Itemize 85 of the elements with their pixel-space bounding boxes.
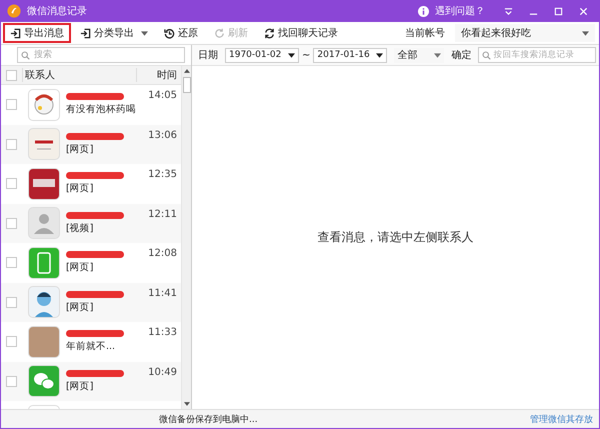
avatar-icon xyxy=(28,246,60,279)
dropdown-icon[interactable] xyxy=(504,6,513,16)
avatar-icon xyxy=(28,326,60,358)
scroll-up-icon[interactable] xyxy=(184,69,190,73)
maximize-icon[interactable] xyxy=(554,6,563,16)
redaction-mark xyxy=(66,212,124,219)
search-field[interactable]: 搜索 xyxy=(17,47,185,63)
avatar-icon xyxy=(28,365,60,398)
scroll-thumb[interactable] xyxy=(182,77,190,93)
avatar-icon xyxy=(28,168,60,200)
message-preview: [网页] xyxy=(66,142,94,156)
status-message: 微信备份保存到电脑中... xyxy=(159,414,258,426)
window-title: 微信消息记录 xyxy=(27,4,87,18)
column-header: 联系人 xyxy=(22,68,136,82)
caret-icon xyxy=(434,52,442,58)
message-preview: 有没有泡杯药喝 xyxy=(66,103,137,116)
close-icon[interactable] xyxy=(579,6,588,16)
message-time: 10:49 xyxy=(148,366,178,378)
message-time: 11:33 xyxy=(148,327,178,338)
date-label: 日期 xyxy=(198,48,218,62)
checkbox[interactable] xyxy=(6,138,17,150)
message-preview: [网页] xyxy=(66,300,94,314)
checkbox[interactable] xyxy=(6,296,17,308)
caret-icon xyxy=(582,30,589,36)
redaction-mark xyxy=(66,93,124,100)
help-icon xyxy=(418,6,429,16)
avatar-icon xyxy=(28,286,60,318)
app-logo-icon xyxy=(7,4,21,18)
message-search-field[interactable]: 按回车搜索消息记录 xyxy=(478,47,596,63)
message-time: 12:11 xyxy=(148,208,178,220)
end-date-dropdown[interactable]: 2017-01-16 xyxy=(313,48,388,62)
caret-icon xyxy=(376,52,384,58)
redaction-mark xyxy=(66,132,124,140)
message-time: 13:06 xyxy=(148,130,178,140)
redaction-mark xyxy=(66,172,124,180)
help-link[interactable]: 遇到问题？ xyxy=(435,4,485,18)
contact-row[interactable]: [网页] 11:41 xyxy=(1,282,181,322)
avatar-icon xyxy=(28,207,60,240)
account-dropdown[interactable]: 你看起来很好吃 xyxy=(455,24,595,42)
checkbox[interactable] xyxy=(6,336,17,348)
select-all-checkbox[interactable] xyxy=(6,70,17,80)
scroll-down-icon[interactable] xyxy=(184,402,190,406)
search-icon xyxy=(482,50,492,60)
contact-row[interactable]: [网页] 13:06 xyxy=(1,124,181,164)
message-time: 11:41 xyxy=(148,288,178,298)
checkbox[interactable] xyxy=(6,178,17,190)
contact-row[interactable]: [网页] 10:49 xyxy=(1,362,181,401)
toolbar-button[interactable]: 分类导出 xyxy=(73,23,155,43)
redaction-mark xyxy=(66,370,124,377)
message-preview: [网页] xyxy=(66,380,94,393)
storage-link[interactable]: 管理微信其存放 xyxy=(530,412,593,426)
message-preview: [网页] xyxy=(66,261,94,274)
history-icon xyxy=(164,28,175,38)
message-time: 12:08 xyxy=(148,248,178,259)
start-date-dropdown[interactable]: 1970-01-02 xyxy=(225,48,299,62)
caret-icon xyxy=(288,52,295,58)
message-time: 12:35 xyxy=(148,169,178,180)
checkbox[interactable] xyxy=(6,376,17,387)
redaction-mark xyxy=(66,290,124,298)
avatar-icon xyxy=(28,88,60,121)
export-icon xyxy=(10,28,21,38)
toolbar-button[interactable]: 导出消息 xyxy=(3,23,71,43)
message-preview: 年前就不... xyxy=(66,340,116,354)
account-label: 当前帐号 xyxy=(405,26,445,40)
sync-icon xyxy=(264,28,275,38)
confirm-button[interactable]: 确定 xyxy=(451,48,472,62)
message-preview: [网页] xyxy=(66,182,94,196)
redaction-mark xyxy=(66,251,124,258)
export-icon xyxy=(80,28,91,38)
avatar-icon xyxy=(28,128,60,160)
range-separator: ~ xyxy=(302,50,310,60)
checkbox[interactable] xyxy=(6,99,17,110)
checkbox[interactable] xyxy=(6,218,17,229)
checkbox[interactable] xyxy=(6,257,17,268)
message-time: 14:05 xyxy=(148,90,178,101)
scrollbar[interactable] xyxy=(181,66,191,409)
redaction-mark xyxy=(66,330,124,338)
contact-row[interactable]: [视频] 12:11 xyxy=(1,204,181,243)
search-icon xyxy=(21,50,30,60)
message-preview: [视频] xyxy=(66,222,94,235)
toolbar-button[interactable]: 找回聊天记录 xyxy=(257,23,345,43)
empty-state-message: 查看消息，请选中左侧联系人 xyxy=(318,229,474,246)
toolbar-button[interactable]: 还原 xyxy=(157,23,205,43)
caret-icon xyxy=(141,30,148,36)
refresh-icon xyxy=(214,28,225,38)
